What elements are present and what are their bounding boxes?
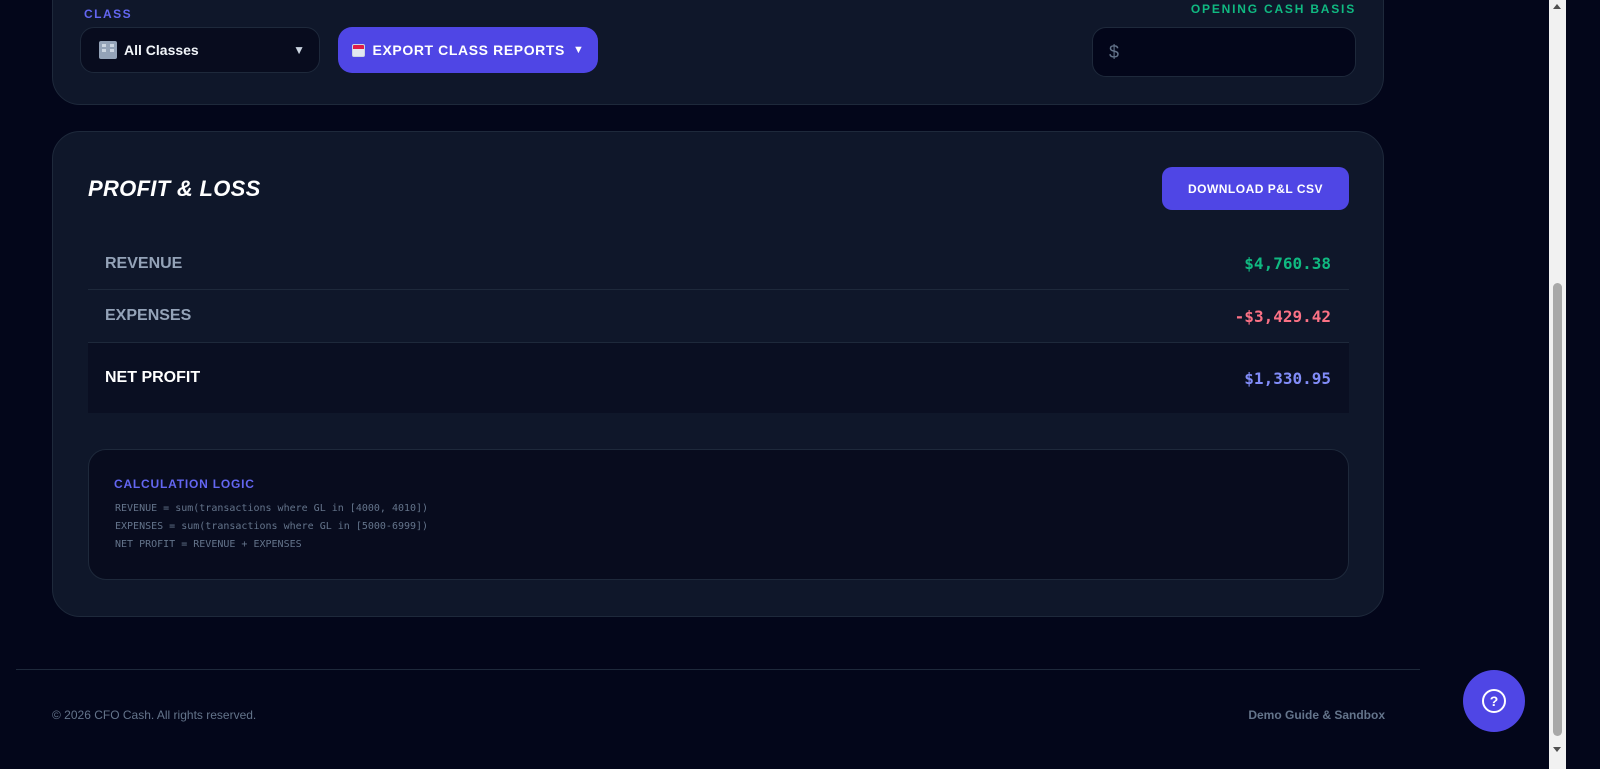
footer-divider [16, 669, 1420, 670]
page-title: PROFIT & LOSS [88, 176, 261, 201]
logic-line: EXPENSES = sum(transactions where GL in … [115, 521, 429, 532]
export-button-label: EXPORT CLASS REPORTS [372, 42, 565, 58]
class-select-value: All Classes [124, 42, 199, 58]
scrollbar-thumb[interactable] [1553, 283, 1562, 736]
class-label: CLASS [84, 7, 133, 21]
calculation-logic-box [88, 449, 1349, 580]
download-pl-csv-button[interactable]: DOWNLOAD P&L CSV [1162, 167, 1349, 210]
expenses-value: -$3,429.42 [1234, 306, 1331, 326]
export-class-reports-button[interactable]: EXPORT CLASS REPORTS ▼ [338, 27, 598, 73]
opening-cash-input[interactable] [1127, 43, 1328, 61]
expenses-label: EXPENSES [105, 307, 192, 324]
class-select[interactable]: All Classes ▼ [80, 27, 320, 73]
net-profit-label: NET PROFIT [105, 369, 201, 386]
help-button[interactable]: ? [1463, 670, 1525, 732]
page: CLASS All Classes ▼ EXPORT CLASS REPORTS… [0, 0, 1600, 769]
net-profit-value: $1,330.95 [1244, 368, 1331, 388]
pl-row-expenses: EXPENSES -$3,429.42 [88, 290, 1349, 343]
revenue-label: REVENUE [105, 254, 183, 272]
chevron-down-icon: ▼ [293, 43, 305, 57]
scroll-down-arrow[interactable] [1553, 747, 1561, 752]
demo-guide-link[interactable]: Demo Guide & Sandbox [1248, 708, 1385, 722]
logic-line: NET PROFIT = REVENUE + EXPENSES [115, 539, 302, 550]
chevron-down-icon: ▼ [572, 44, 585, 56]
copyright-text: © 2026 CFO Cash. All rights reserved. [52, 708, 257, 722]
report-icon [351, 43, 365, 57]
revenue-value: $4,760.38 [1244, 254, 1331, 273]
currency-prefix: $ [1109, 41, 1120, 62]
calculation-logic-title: CALCULATION LOGIC [114, 477, 255, 491]
pl-row-net-profit: NET PROFIT $1,330.95 [88, 343, 1349, 413]
question-circle-icon: ? [1482, 689, 1506, 713]
opening-cash-field[interactable]: $ [1092, 27, 1356, 77]
opening-cash-label: OPENING CASH BASIS [1190, 2, 1356, 16]
logic-line: REVENUE = sum(transactions where GL in [… [115, 503, 429, 514]
building-icon [99, 41, 117, 59]
pl-row-revenue: REVENUE $4,760.38 [88, 238, 1349, 290]
scroll-up-arrow[interactable] [1553, 4, 1561, 9]
